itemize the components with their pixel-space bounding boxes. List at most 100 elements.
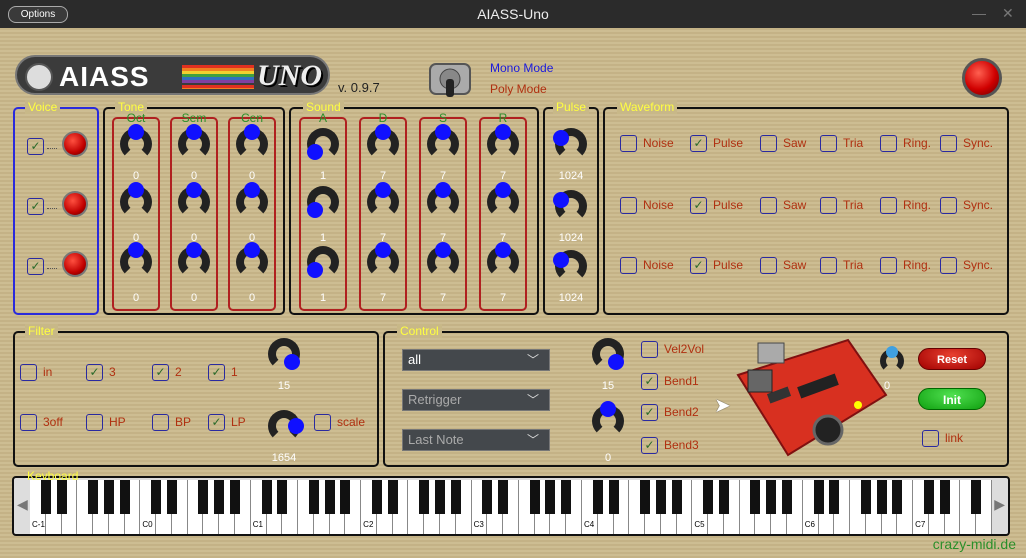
black-key[interactable] bbox=[419, 480, 430, 514]
website-link[interactable]: crazy-midi.de bbox=[933, 536, 1016, 552]
black-key[interactable] bbox=[214, 480, 225, 514]
black-key[interactable] bbox=[703, 480, 714, 514]
filter-cutoff-knob[interactable] bbox=[268, 410, 304, 442]
filter-resonance-knob[interactable] bbox=[268, 338, 301, 371]
wave-2-sync-checkbox[interactable] bbox=[940, 197, 957, 214]
black-key[interactable] bbox=[56, 480, 67, 514]
black-key[interactable] bbox=[88, 480, 99, 514]
mono-mode-label[interactable]: Mono Mode bbox=[490, 61, 553, 75]
control-bend1-checkbox[interactable]: ✓ bbox=[641, 373, 658, 390]
wave-1-tria-checkbox[interactable] bbox=[820, 135, 837, 152]
control-knob-1[interactable] bbox=[592, 338, 625, 371]
wave-3-pulse-checkbox[interactable]: ✓ bbox=[690, 257, 707, 274]
filter-3off-checkbox[interactable] bbox=[20, 414, 37, 431]
sound-knob-s-1[interactable] bbox=[427, 124, 459, 160]
init-button[interactable]: Init bbox=[918, 388, 986, 410]
close-button[interactable]: ✕ bbox=[1002, 5, 1014, 22]
black-key[interactable] bbox=[387, 480, 398, 514]
black-key[interactable] bbox=[561, 480, 572, 514]
control-knob-2[interactable] bbox=[592, 401, 624, 437]
filter-scale-checkbox[interactable] bbox=[314, 414, 331, 431]
black-key[interactable] bbox=[545, 480, 556, 514]
black-key[interactable] bbox=[971, 480, 982, 514]
black-key[interactable] bbox=[450, 480, 461, 514]
sound-knob-d-1[interactable] bbox=[367, 124, 399, 160]
black-key[interactable] bbox=[860, 480, 871, 514]
black-key[interactable] bbox=[766, 480, 777, 514]
wave-1-sync-checkbox[interactable] bbox=[940, 135, 957, 152]
black-key[interactable] bbox=[151, 480, 162, 514]
wave-3-sync-checkbox[interactable] bbox=[940, 257, 957, 274]
black-key[interactable] bbox=[813, 480, 824, 514]
wave-2-saw-checkbox[interactable] bbox=[760, 197, 777, 214]
retrigger-select[interactable]: Retrigger ﹀ bbox=[402, 389, 550, 411]
black-key[interactable] bbox=[103, 480, 114, 514]
black-key[interactable] bbox=[608, 480, 619, 514]
scroll-right-arrow-icon[interactable]: ▶ bbox=[994, 496, 1005, 513]
sound-knob-a-3[interactable] bbox=[306, 246, 339, 279]
black-key[interactable] bbox=[230, 480, 241, 514]
black-key[interactable] bbox=[592, 480, 603, 514]
sound-knob-r-2[interactable] bbox=[487, 182, 519, 218]
filter-bp-checkbox[interactable] bbox=[152, 414, 169, 431]
voice-2-checkbox[interactable]: ✓ bbox=[27, 198, 44, 215]
black-key[interactable] bbox=[939, 480, 950, 514]
tone-knob-cen-1[interactable] bbox=[236, 124, 268, 160]
pulse-knob-3[interactable] bbox=[552, 250, 587, 282]
black-key[interactable] bbox=[277, 480, 288, 514]
black-key[interactable] bbox=[308, 480, 319, 514]
sound-knob-d-3[interactable] bbox=[367, 242, 399, 278]
sound-knob-r-3[interactable] bbox=[487, 242, 519, 278]
filter-2-checkbox[interactable]: ✓ bbox=[152, 364, 169, 381]
tone-knob-sem-3[interactable] bbox=[178, 242, 210, 278]
wave-1-noise-checkbox[interactable] bbox=[620, 135, 637, 152]
note-priority-select[interactable]: Last Note ﹀ bbox=[402, 429, 550, 451]
reset-button[interactable]: Reset bbox=[918, 348, 986, 370]
black-key[interactable] bbox=[435, 480, 446, 514]
sound-knob-d-2[interactable] bbox=[367, 182, 399, 218]
filter-in-checkbox[interactable] bbox=[20, 364, 37, 381]
wave-1-ring-checkbox[interactable] bbox=[880, 135, 897, 152]
black-key[interactable] bbox=[498, 480, 509, 514]
sound-knob-a-1[interactable] bbox=[306, 128, 339, 161]
tone-knob-cen-3[interactable] bbox=[236, 242, 268, 278]
filter-hp-checkbox[interactable] bbox=[86, 414, 103, 431]
tone-knob-oct-2[interactable] bbox=[120, 182, 152, 218]
poly-mode-label[interactable]: Poly Mode bbox=[490, 82, 547, 96]
tone-knob-sem-1[interactable] bbox=[178, 124, 210, 160]
control-link-checkbox[interactable] bbox=[922, 430, 939, 447]
pulse-knob-1[interactable] bbox=[552, 128, 587, 160]
sound-knob-r-1[interactable] bbox=[487, 124, 519, 160]
black-key[interactable] bbox=[119, 480, 130, 514]
wave-3-noise-checkbox[interactable] bbox=[620, 257, 637, 274]
wave-1-pulse-checkbox[interactable]: ✓ bbox=[690, 135, 707, 152]
wave-2-tria-checkbox[interactable] bbox=[820, 197, 837, 214]
control-small-knob[interactable] bbox=[880, 346, 904, 373]
scroll-left-arrow-icon[interactable]: ◀ bbox=[17, 496, 28, 513]
channel-select[interactable]: all ﹀ bbox=[402, 349, 550, 371]
voice-3-checkbox[interactable]: ✓ bbox=[27, 258, 44, 275]
wave-3-ring-checkbox[interactable] bbox=[880, 257, 897, 274]
minimize-button[interactable]: — bbox=[972, 5, 986, 21]
black-key[interactable] bbox=[781, 480, 792, 514]
black-key[interactable] bbox=[529, 480, 540, 514]
black-key[interactable] bbox=[923, 480, 934, 514]
control-bend3-checkbox[interactable]: ✓ bbox=[641, 437, 658, 454]
wave-2-noise-checkbox[interactable] bbox=[620, 197, 637, 214]
filter-1-checkbox[interactable]: ✓ bbox=[208, 364, 225, 381]
black-key[interactable] bbox=[671, 480, 682, 514]
black-key[interactable] bbox=[718, 480, 729, 514]
wave-2-ring-checkbox[interactable] bbox=[880, 197, 897, 214]
black-key[interactable] bbox=[324, 480, 335, 514]
black-key[interactable] bbox=[640, 480, 651, 514]
filter-lp-checkbox[interactable]: ✓ bbox=[208, 414, 225, 431]
black-key[interactable] bbox=[166, 480, 177, 514]
control-vel2vol-checkbox[interactable] bbox=[641, 341, 658, 358]
pulse-knob-2[interactable] bbox=[552, 190, 587, 222]
black-key[interactable] bbox=[655, 480, 666, 514]
sound-knob-s-3[interactable] bbox=[427, 242, 459, 278]
black-key[interactable] bbox=[261, 480, 272, 514]
tone-knob-cen-2[interactable] bbox=[236, 182, 268, 218]
wave-2-pulse-checkbox[interactable]: ✓ bbox=[690, 197, 707, 214]
control-bend2-checkbox[interactable]: ✓ bbox=[641, 404, 658, 421]
